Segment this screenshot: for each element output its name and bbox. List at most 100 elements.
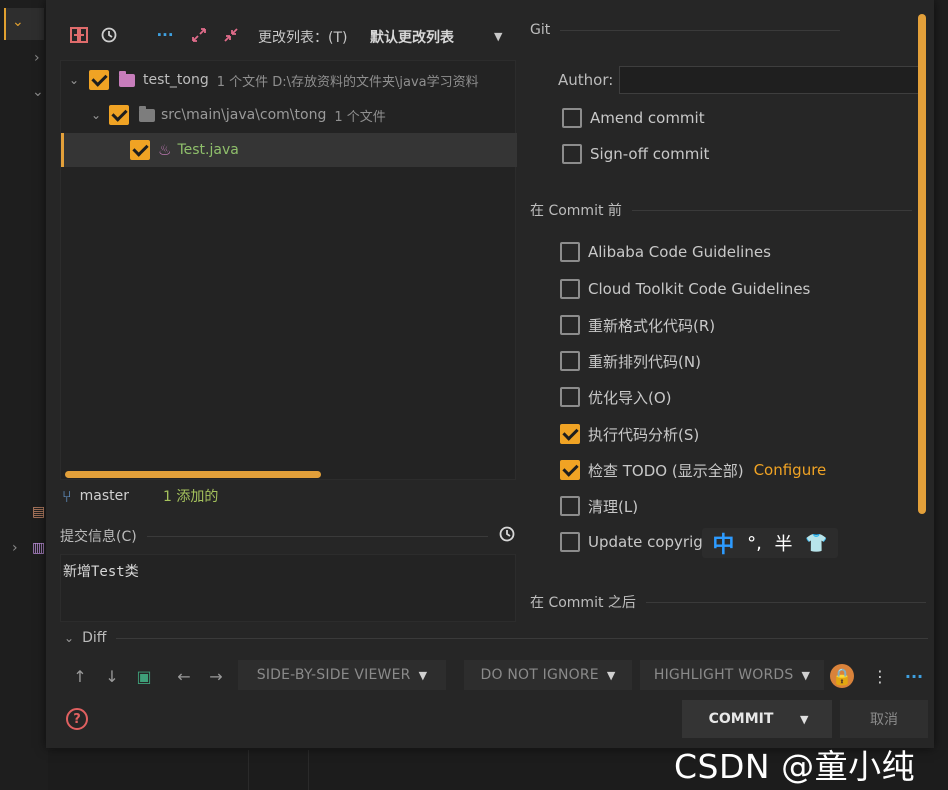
commit-message-header: 提交信息(C): [60, 524, 516, 548]
before-commit-title: 在 Commit 前: [530, 200, 912, 220]
option-label: Cloud Toolkit Code Guidelines: [588, 280, 811, 298]
git-title-text: Git: [530, 22, 551, 38]
before-commit-option[interactable]: 检查 TODO (显示全部) Configure: [560, 458, 826, 482]
branch-name[interactable]: master: [80, 488, 129, 504]
option-label: 清理(L): [588, 497, 639, 516]
ime-punct[interactable]: °,: [747, 533, 762, 554]
commit-dialog: ··· 更改列表：(T) 默认更改列表 ▼ ⌄ test_tong 1 个文件 …: [46, 0, 934, 748]
more-icon[interactable]: ···: [154, 24, 176, 46]
open-file-icon[interactable]: ▣: [132, 664, 156, 688]
amend-commit-option[interactable]: Amend commit: [562, 106, 705, 130]
option-label: Alibaba Code Guidelines: [588, 243, 771, 261]
help-icon[interactable]: ?: [66, 708, 88, 730]
signoff-commit-checkbox[interactable]: [562, 144, 582, 164]
changes-tree: ⌄ test_tong 1 个文件 D:\存放资料的文件夹\java学习资料 ⌄…: [60, 60, 517, 480]
tree-row-package[interactable]: ⌄ src\main\java\com\tong 1 个文件: [61, 98, 517, 132]
option-label: 优化导入(O): [588, 388, 672, 407]
file-checkbox[interactable]: [130, 140, 150, 160]
option-checkbox[interactable]: [560, 532, 580, 552]
chevron-right-icon[interactable]: ›: [34, 50, 40, 66]
package-checkbox[interactable]: [109, 105, 129, 125]
option-checkbox[interactable]: [560, 242, 580, 262]
before-commit-option[interactable]: 清理(L): [560, 494, 638, 518]
branch-info: ⑂ master 1 添加的: [62, 484, 218, 508]
vertical-more-icon[interactable]: ⋮: [868, 664, 892, 688]
git-section-title: Git: [530, 22, 841, 38]
option-checkbox[interactable]: [560, 387, 580, 407]
chevron-down-icon[interactable]: ⌄: [89, 108, 103, 122]
message-history-icon[interactable]: [498, 525, 516, 547]
option-checkbox[interactable]: [560, 315, 580, 335]
viewer-mode-label: SIDE-BY-SIDE VIEWER: [256, 667, 411, 683]
tree-row-info: 1 个文件 D:\存放资料的文件夹\java学习资料: [216, 74, 479, 90]
arrow-up-icon[interactable]: ↑: [68, 664, 92, 688]
more-icon[interactable]: ···: [902, 664, 926, 688]
author-input[interactable]: [619, 66, 920, 94]
vertical-scrollbar[interactable]: [918, 14, 926, 514]
ignore-whitespace-dropdown[interactable]: DO NOT IGNORE ▼: [464, 660, 632, 690]
diff-title: Diff: [82, 630, 107, 646]
after-commit-title-text: 在 Commit 之后: [530, 595, 636, 611]
arrow-right-icon[interactable]: →: [204, 664, 228, 688]
after-commit-title: 在 Commit 之后: [530, 592, 926, 612]
module-checkbox[interactable]: [89, 70, 109, 90]
tree-row-label: Test.java: [177, 142, 239, 158]
lock-icon[interactable]: 🔒: [830, 664, 854, 688]
ime-toolbar[interactable]: 中 °, 半 👕: [702, 528, 838, 558]
ignore-label: DO NOT IGNORE: [480, 667, 599, 683]
tree-row-file[interactable]: ♨ Test.java: [61, 133, 517, 167]
added-count: 1 添加的: [162, 489, 219, 505]
commit-dropdown-icon[interactable]: ▼: [800, 713, 808, 726]
option-checkbox[interactable]: [560, 496, 580, 516]
diff-toolbar: ↑ ↓ ▣ ← → SIDE-BY-SIDE VIEWER ▼ DO NOT IG…: [46, 658, 934, 694]
cancel-button[interactable]: 取消: [840, 700, 928, 738]
before-commit-option[interactable]: Alibaba Code Guidelines: [560, 240, 771, 264]
chevron-right-icon[interactable]: ›: [12, 540, 18, 556]
before-commit-option[interactable]: 重新排列代码(N): [560, 349, 701, 373]
amend-commit-checkbox[interactable]: [562, 108, 582, 128]
signoff-commit-option[interactable]: Sign-off commit: [562, 142, 709, 166]
horizontal-scrollbar[interactable]: [65, 471, 321, 478]
before-commit-option[interactable]: Cloud Toolkit Code Guidelines: [560, 277, 810, 301]
rollback-icon[interactable]: [68, 24, 90, 46]
changelist-dropdown-icon[interactable]: ▼: [494, 30, 502, 43]
diff-section-header[interactable]: ⌄ Diff: [64, 628, 928, 648]
arrow-left-icon[interactable]: ←: [172, 664, 196, 688]
tree-row-label: src\main\java\com\tong: [161, 107, 327, 123]
watermark: CSDN @童小纯: [674, 747, 916, 786]
chevron-down-icon[interactable]: ⌄: [67, 73, 81, 87]
option-checkbox[interactable]: [560, 279, 580, 299]
skin-icon[interactable]: 👕: [805, 533, 827, 554]
option-checkbox[interactable]: [560, 424, 580, 444]
arrow-down-icon[interactable]: ↓: [100, 664, 124, 688]
project-selected-row[interactable]: [4, 8, 44, 40]
history-icon[interactable]: [98, 24, 120, 46]
before-commit-option[interactable]: Update copyrig: [560, 530, 703, 554]
viewer-mode-dropdown[interactable]: SIDE-BY-SIDE VIEWER ▼: [238, 660, 446, 690]
commit-button[interactable]: COMMIT ▼: [682, 700, 832, 738]
highlight-mode-dropdown[interactable]: HIGHLIGHT WORDS ▼: [640, 660, 824, 690]
tree-row-module[interactable]: ⌄ test_tong 1 个文件 D:\存放资料的文件夹\java学习资料: [61, 63, 517, 97]
java-file-icon: ♨: [158, 141, 172, 159]
expand-icon[interactable]: [188, 24, 210, 46]
commit-button-label: COMMIT: [708, 711, 774, 727]
ime-mode[interactable]: 中: [712, 527, 734, 559]
before-commit-option[interactable]: 优化导入(O): [560, 385, 672, 409]
option-checkbox[interactable]: [560, 351, 580, 371]
ime-width[interactable]: 半: [775, 530, 793, 556]
before-commit-option[interactable]: 执行代码分析(S): [560, 422, 699, 446]
chevron-down-icon[interactable]: ⌄: [64, 631, 74, 645]
chevron-down-icon[interactable]: ⌄: [12, 14, 24, 30]
branch-icon: ⑂: [62, 486, 72, 506]
commit-message-input[interactable]: 新增Test类: [60, 554, 516, 622]
configure-link[interactable]: Configure: [754, 461, 827, 479]
commit-message-label: 提交信息(C): [60, 529, 137, 545]
chevron-down-icon[interactable]: ⌄: [32, 84, 44, 100]
collapse-icon[interactable]: [220, 24, 242, 46]
commit-toolbar: ··· 更改列表：(T) 默认更改列表 ▼: [46, 16, 520, 56]
option-checkbox[interactable]: [560, 460, 580, 480]
option-label: Update copyrig: [588, 533, 703, 551]
option-label: 重新格式化代码(R): [588, 316, 716, 335]
before-commit-option[interactable]: 重新格式化代码(R): [560, 313, 715, 337]
changelist-select[interactable]: 默认更改列表: [370, 27, 454, 47]
